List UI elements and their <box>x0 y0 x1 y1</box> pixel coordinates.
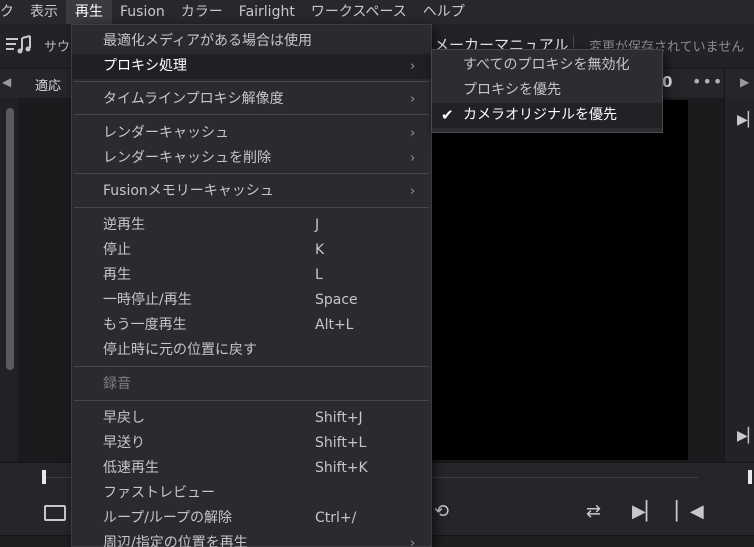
menu-separator <box>74 173 429 174</box>
submenu-prefer-camera-originals[interactable]: ✔ カメラオリジナルを優先 <box>432 103 662 128</box>
menu-play-again[interactable]: もう一度再生 Alt+L <box>72 313 431 338</box>
menu-rewind[interactable]: 早戻し Shift+J <box>72 406 431 431</box>
film-strip-icon[interactable] <box>44 505 66 521</box>
menu-item-fairlight[interactable]: Fairlight <box>231 0 303 24</box>
menu-item-label: 最適化メディアがある場合は使用 <box>103 33 313 49</box>
menu-item-label: 周辺/指定の位置を再生 <box>103 535 248 547</box>
menu-render-cache[interactable]: レンダーキャッシュ › <box>72 121 431 146</box>
menu-shortcut: Shift+L <box>315 435 367 451</box>
viewer-canvas[interactable] <box>430 100 688 460</box>
previous-clip-icon[interactable]: ▏◀ <box>676 501 704 522</box>
menu-item-label: 録音 <box>103 376 131 392</box>
submenu-disable-all-proxies[interactable]: すべてのプロキシを無効化 <box>432 53 662 78</box>
loop-icon[interactable]: ⟲ <box>434 501 449 522</box>
menu-separator <box>74 366 429 367</box>
menu-item-label: 早戻し <box>103 410 145 426</box>
menu-item-fusion[interactable]: Fusion <box>112 0 173 24</box>
right-panel <box>724 98 754 462</box>
menu-shortcut: J <box>315 217 320 233</box>
chevron-right-icon: › <box>410 536 416 547</box>
vertical-scrollbar[interactable] <box>6 108 14 370</box>
menu-stop[interactable]: 停止 K <box>72 238 431 263</box>
menu-separator <box>74 207 429 208</box>
menu-shortcut: K <box>315 242 325 258</box>
menu-shortcut: Alt+L <box>315 317 354 333</box>
match-frame-icon[interactable]: ⇄ <box>586 501 601 522</box>
menu-delete-render-cache[interactable]: レンダーキャッシュを削除 › <box>72 146 431 171</box>
submenu-prefer-proxies[interactable]: プロキシを優先 <box>432 78 662 103</box>
menu-separator <box>74 114 429 115</box>
menu-item-help[interactable]: ヘルプ <box>415 0 473 24</box>
submenu-item-label: カメラオリジナルを優先 <box>463 107 617 123</box>
chevron-left-icon[interactable]: ◀ <box>2 75 11 89</box>
sound-library-icon[interactable] <box>4 34 34 56</box>
menu-item-label: プロキシ処理 <box>103 58 187 74</box>
next-frame-icon[interactable]: ▶▏ <box>737 112 754 128</box>
menu-item-label: 停止 <box>103 242 131 258</box>
menu-item-label: レンダーキャッシュを削除 <box>103 150 271 166</box>
menu-bar: ク 表示 再生 Fusion カラー Fairlight ワークスペース ヘルプ <box>0 0 754 24</box>
menu-item-color[interactable]: カラー <box>173 0 231 24</box>
menu-item-view[interactable]: 表示 <box>22 0 66 24</box>
menu-separator <box>74 81 429 82</box>
menu-shortcut: Shift+J <box>315 410 363 426</box>
chevron-right-icon: › <box>410 151 416 166</box>
chevron-right-icon: › <box>410 126 416 141</box>
menu-timeline-proxy-resolution[interactable]: タイムラインプロキシ解像度 › <box>72 87 431 112</box>
menu-use-optimized-media[interactable]: 最適化メディアがある場合は使用 <box>72 29 431 54</box>
menu-item-label: 停止時に元の位置に戻す <box>103 342 257 358</box>
menu-item-label: ファストレビュー <box>103 485 215 501</box>
menu-loop-toggle[interactable]: ループ/ループの解除 Ctrl+/ <box>72 506 431 531</box>
menu-record: 録音 <box>72 372 431 397</box>
zoom-fit-dropdown[interactable]: 適応 <box>35 75 61 94</box>
menu-shortcut: Shift+K <box>315 460 368 476</box>
more-options-icon[interactable]: ••• <box>692 72 723 91</box>
chevron-right-icon: › <box>410 92 416 107</box>
menu-play-around[interactable]: 周辺/指定の位置を再生 › <box>72 531 431 547</box>
menu-return-on-stop[interactable]: 停止時に元の位置に戻す <box>72 338 431 363</box>
chevron-right-icon[interactable]: ▶ <box>740 75 749 89</box>
menu-shortcut: Space <box>315 292 358 308</box>
out-point-handle[interactable] <box>748 470 752 484</box>
menu-item-label: タイムラインプロキシ解像度 <box>103 91 284 107</box>
chevron-right-icon: › <box>410 184 416 199</box>
menu-fusion-memory-cache[interactable]: Fusionメモリーキャッシュ › <box>72 179 431 204</box>
submenu-item-label: プロキシを優先 <box>463 82 561 98</box>
chevron-right-icon: › <box>410 59 416 74</box>
menu-item-playback[interactable]: 再生 <box>66 0 112 24</box>
viewer-counter: 0 <box>662 73 673 91</box>
menu-item-workspace[interactable]: ワークスペース <box>303 0 415 24</box>
menu-slow-play[interactable]: 低速再生 Shift+K <box>72 456 431 481</box>
menu-item-label: もう一度再生 <box>103 317 187 333</box>
menu-item-label: 一時停止/再生 <box>103 292 192 308</box>
menu-item-label: 逆再生 <box>103 217 145 233</box>
menu-shortcut: Ctrl+/ <box>315 510 357 526</box>
header-divider <box>724 69 725 99</box>
menu-shortcut: L <box>315 267 323 283</box>
menu-fast-forward[interactable]: 早送り Shift+L <box>72 431 431 456</box>
menu-item-label: ループ/ループの解除 <box>103 510 233 526</box>
menu-play-reverse[interactable]: 逆再生 J <box>72 213 431 238</box>
menu-separator <box>74 400 429 401</box>
playback-menu: 最適化メディアがある場合は使用 プロキシ処理 › タイムラインプロキシ解像度 ›… <box>71 24 432 547</box>
menu-item-label: 再生 <box>103 267 131 283</box>
menu-play[interactable]: 再生 L <box>72 263 431 288</box>
menu-item-label: Fusionメモリーキャッシュ <box>103 183 274 199</box>
menu-pause-play[interactable]: 一時停止/再生 Space <box>72 288 431 313</box>
last-frame-icon[interactable]: ▶▏ <box>737 428 754 444</box>
menu-item-clip[interactable]: ク <box>0 0 22 24</box>
menu-fast-review[interactable]: ファストレビュー <box>72 481 431 506</box>
proxy-submenu: すべてのプロキシを無効化 プロキシを優先 ✔ カメラオリジナルを優先 <box>431 49 663 133</box>
menu-item-label: 早送り <box>103 435 145 451</box>
menu-item-label: レンダーキャッシュ <box>103 125 229 141</box>
menu-item-label: 低速再生 <box>103 460 159 476</box>
next-clip-icon[interactable]: ▶▏ <box>632 501 660 522</box>
submenu-item-label: すべてのプロキシを無効化 <box>463 57 630 73</box>
menu-proxy-handling[interactable]: プロキシ処理 › <box>72 54 431 79</box>
checkmark-icon: ✔ <box>441 106 454 124</box>
